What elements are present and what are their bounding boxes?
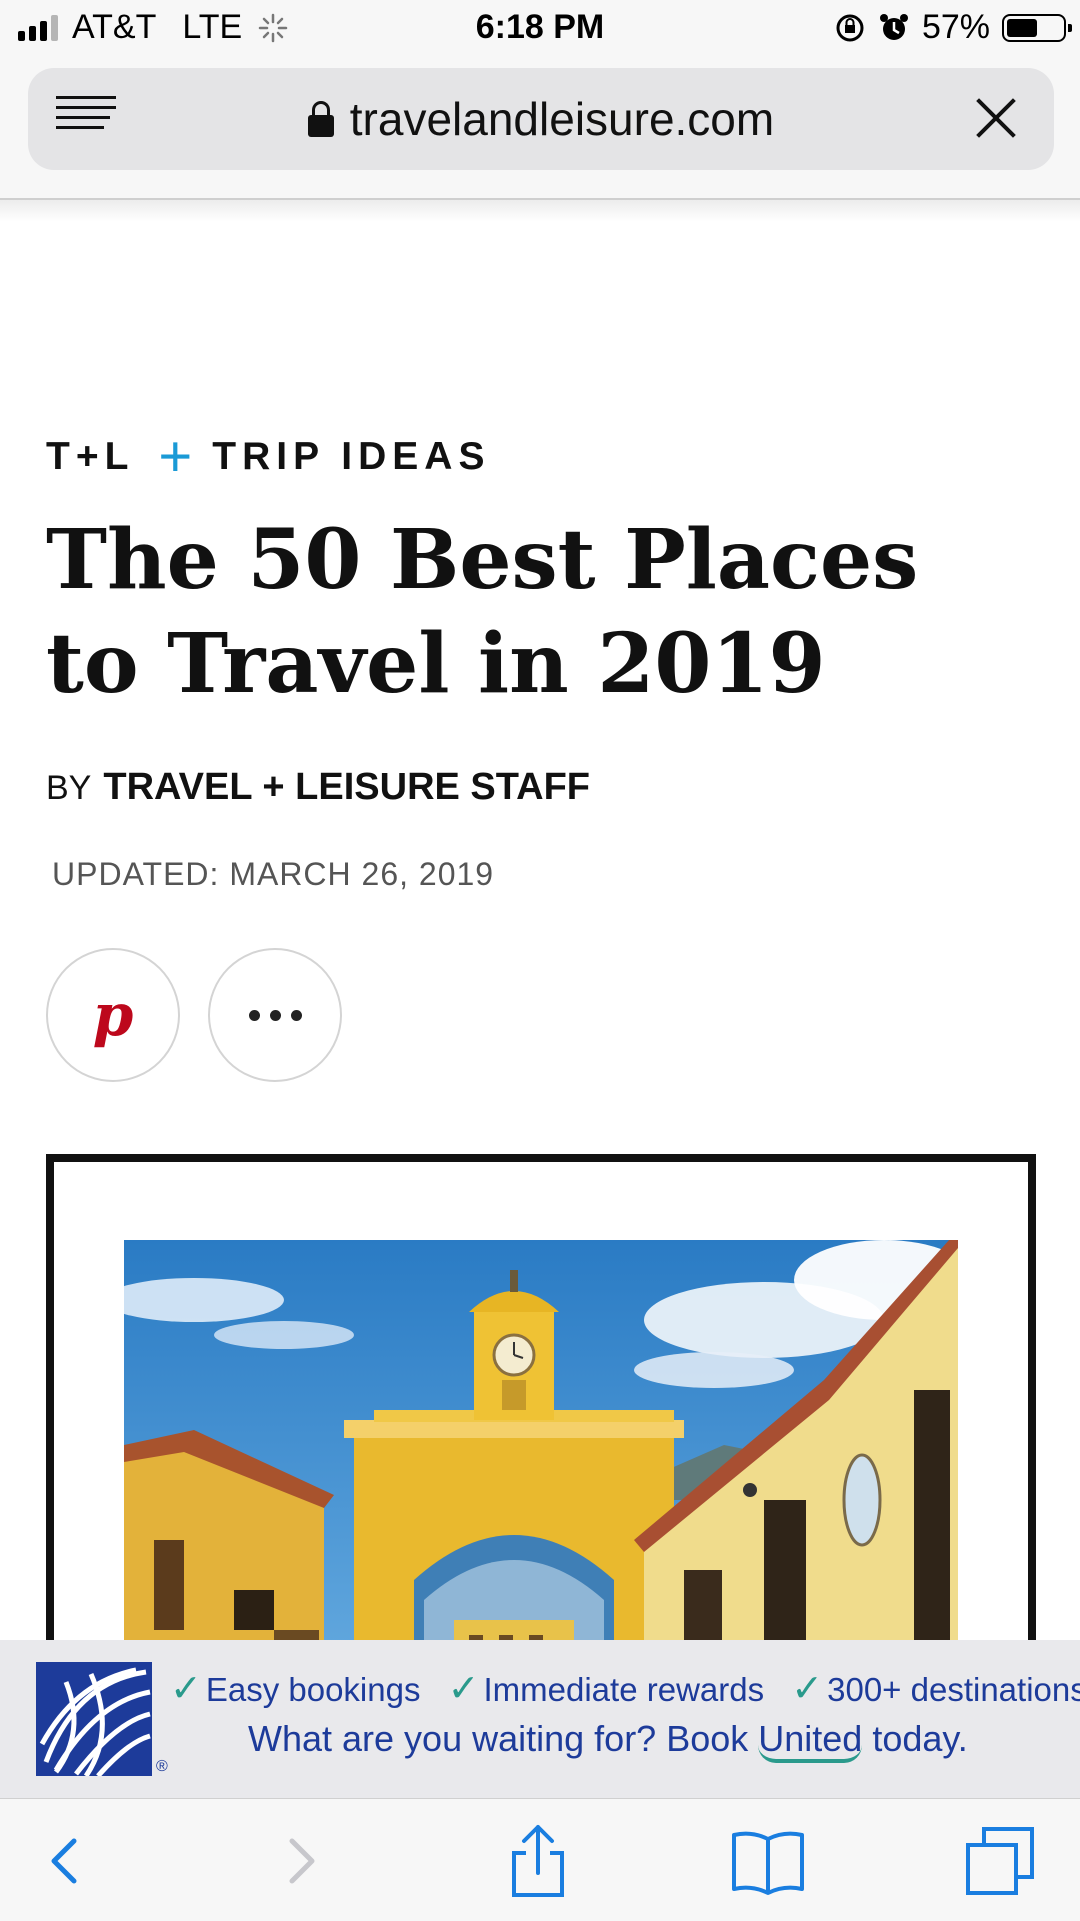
back-icon[interactable]	[32, 1823, 108, 1899]
check-icon: ✓	[170, 1668, 202, 1710]
pinterest-icon: p	[92, 981, 134, 1049]
browser-toolbar	[0, 1798, 1080, 1921]
battery-icon	[1002, 13, 1072, 42]
share-icon[interactable]	[500, 1823, 576, 1899]
close-icon[interactable]	[968, 90, 1024, 146]
byline: BY TRAVEL + LEISURE STAFF	[46, 766, 590, 809]
lock-icon	[307, 101, 334, 137]
battery-percent: 57%	[921, 8, 990, 46]
united-globe-logo	[36, 1662, 152, 1776]
ad-benefit: 300+ destinations	[827, 1671, 1080, 1708]
united-ad-banner[interactable]: ® ✓ Easy bookings ✓ Immediate rewards ✓ 300…	[0, 1640, 1080, 1798]
ad-cta: What are you waiting for? Book United to…	[248, 1718, 968, 1763]
check-icon: ✓	[791, 1668, 824, 1710]
more-button[interactable]	[208, 948, 342, 1082]
orientation-lock-icon	[836, 14, 864, 41]
kicker-section[interactable]: TRIP IDEAS	[212, 435, 490, 479]
ad-benefit: Easy bookings	[205, 1671, 421, 1708]
updated-date: UPDATED: MARCH 26, 2019	[52, 856, 495, 892]
status-bar: AT&T LTE 6:18 PM 57%	[0, 0, 1080, 56]
tabs-icon[interactable]	[962, 1823, 1038, 1899]
author-link[interactable]: TRAVEL + LEISURE STAFF	[103, 766, 590, 808]
ad-benefit: Immediate rewards	[483, 1671, 765, 1708]
byline-prefix: BY	[46, 769, 92, 807]
registered-mark: ®	[156, 1758, 168, 1775]
ad-cta-after: today.	[862, 1718, 968, 1759]
kicker-plus: +	[158, 424, 199, 489]
check-icon: ✓	[447, 1668, 480, 1710]
more-icon	[248, 1009, 302, 1021]
ad-cta-before: What are you waiting for? Book	[248, 1718, 759, 1759]
url-display[interactable]: travelandleisure.com	[28, 92, 1054, 146]
browser-bar: travelandleisure.com	[0, 56, 1080, 200]
ad-benefits: ✓ Easy bookings ✓ Immediate rewards ✓ 300+ …	[170, 1666, 1080, 1711]
kicker-brand[interactable]: T+L	[46, 435, 134, 479]
address-bar[interactable]: travelandleisure.com	[28, 68, 1054, 170]
alarm-icon	[879, 13, 908, 40]
pinterest-button[interactable]: p	[46, 948, 180, 1082]
article-title: The 50 Best Places to Travel in 2019	[46, 512, 919, 712]
url-text: travelandleisure.com	[349, 93, 775, 145]
article-kicker: T+L + TRIP IDEAS	[46, 428, 490, 486]
header-shadow	[0, 200, 1080, 222]
hero-image-frame	[46, 1154, 1036, 1714]
bookmarks-icon[interactable]	[730, 1823, 806, 1899]
forward-icon[interactable]	[262, 1823, 338, 1899]
ad-cta-brand: United	[758, 1718, 863, 1763]
